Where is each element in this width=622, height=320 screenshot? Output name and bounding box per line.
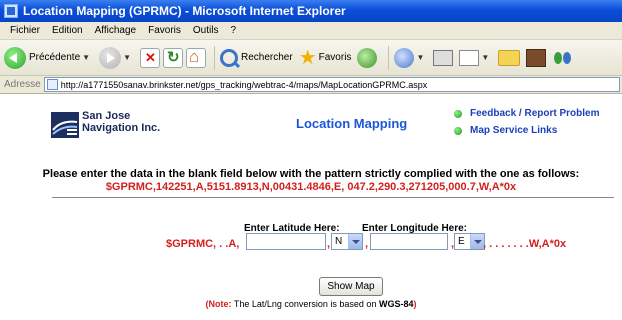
window-title: Location Mapping (GPRMC) - Microsoft Int…: [23, 4, 346, 18]
book-icon: [526, 48, 547, 67]
print-icon: [433, 49, 454, 66]
longitude-input[interactable]: [370, 233, 448, 250]
address-label: Adresse: [4, 79, 41, 90]
media-icon: [357, 47, 378, 68]
map-service-link[interactable]: Map Service Links: [470, 125, 557, 136]
company-name-line1: San Jose: [82, 110, 131, 122]
forward-button[interactable]: ▼: [99, 46, 134, 69]
folder-button[interactable]: [498, 49, 521, 66]
feedback-link-row[interactable]: Feedback / Report Problem: [454, 108, 599, 119]
note-text: The Lat/Lng conversion is based on: [231, 299, 379, 309]
page-icon: [46, 79, 58, 90]
ns-selected-value: N: [335, 236, 343, 247]
edit-dropdown-icon[interactable]: ▼: [481, 53, 489, 62]
search-label: Rechercher: [241, 52, 293, 63]
address-input[interactable]: http://a1771550sanav.brinkster.net/gps_t…: [43, 77, 620, 92]
comma-separator: ,: [327, 238, 331, 250]
chevron-down-icon[interactable]: [348, 234, 362, 249]
print-button[interactable]: [433, 49, 454, 66]
address-url: http://a1771550sanav.brinkster.net/gps_t…: [60, 79, 428, 90]
stop-icon[interactable]: [140, 47, 160, 68]
company-logo-icon: [51, 112, 79, 138]
messenger-button[interactable]: [552, 49, 574, 67]
window-titlebar: Location Mapping (GPRMC) - Microsoft Int…: [0, 0, 622, 22]
history-button[interactable]: ▼: [394, 47, 427, 68]
edit-button[interactable]: ▼: [459, 49, 492, 66]
note-label: Note:: [208, 299, 232, 309]
bullet-icon: [454, 109, 462, 118]
edit-page-icon: [459, 49, 480, 66]
home-icon[interactable]: [186, 47, 206, 68]
refresh-icon[interactable]: [163, 47, 183, 68]
folder-icon: [498, 49, 521, 66]
toolbar-separator: [214, 45, 215, 70]
menu-bar: Fichier Edition Affichage Favoris Outils…: [0, 22, 622, 40]
back-button[interactable]: Précédente ▼: [4, 46, 93, 69]
company-name-line2: Navigation Inc.: [82, 122, 161, 134]
messenger-icon: [552, 49, 574, 67]
sentence-suffix: , . . . . . . .W,A*0x: [483, 238, 567, 250]
note-close-paren: ): [413, 299, 417, 309]
instructions-text: Please enter the data in the blank field…: [42, 168, 580, 180]
comma-separator: ,: [365, 238, 369, 250]
conversion-note: (Note: The Lat/Lng conversion is based o…: [0, 299, 622, 309]
example-sentence: $GPRMC,142251,A,5151.8913,N,00431.4846,E…: [105, 181, 517, 193]
page-title: Location Mapping: [296, 116, 408, 131]
media-button[interactable]: [357, 47, 378, 68]
address-bar: Adresse http://a1771550sanav.brinkster.n…: [0, 76, 622, 94]
note-datum: WGS-84: [378, 299, 414, 309]
star-icon: ★: [298, 47, 317, 69]
history-icon: [394, 47, 415, 68]
back-dropdown-icon[interactable]: ▼: [82, 53, 90, 62]
ew-selected-value: E: [458, 236, 465, 247]
ie-page-icon: [4, 4, 18, 18]
forward-arrow-icon: [99, 46, 122, 69]
divider: [52, 197, 614, 198]
menu-edition[interactable]: Edition: [46, 25, 89, 36]
menu-affichage[interactable]: Affichage: [89, 25, 143, 36]
favorites-button[interactable]: ★ Favoris: [299, 45, 352, 70]
latitude-input[interactable]: [246, 233, 326, 250]
menu-help[interactable]: ?: [224, 25, 242, 36]
toolbar-separator: [388, 45, 390, 70]
header-links: Feedback / Report Problem Map Service Li…: [454, 108, 599, 142]
toolbar: Précédente ▼ ▼ Rechercher ★ Favoris ▼ ▼: [0, 40, 622, 76]
menu-favoris[interactable]: Favoris: [142, 25, 187, 36]
back-arrow-icon: [4, 46, 26, 69]
search-button[interactable]: Rechercher: [220, 48, 293, 67]
chevron-down-icon[interactable]: [470, 234, 484, 249]
back-label: Précédente: [29, 52, 81, 63]
sentence-prefix: $GPRMC, . .A,: [166, 238, 240, 250]
page-content: San Jose Navigation Inc. Location Mappin…: [0, 94, 622, 320]
show-map-button[interactable]: Show Map: [319, 277, 383, 296]
search-icon: [220, 48, 238, 67]
north-south-select[interactable]: N: [331, 233, 363, 250]
favorites-label: Favoris: [318, 52, 352, 63]
history-dropdown-icon[interactable]: ▼: [416, 53, 424, 62]
forward-dropdown-icon[interactable]: ▼: [123, 53, 131, 62]
menu-outils[interactable]: Outils: [187, 25, 225, 36]
bullet-icon: [454, 126, 462, 135]
menu-fichier[interactable]: Fichier: [4, 25, 46, 36]
feedback-link[interactable]: Feedback / Report Problem: [470, 108, 599, 119]
map-service-link-row[interactable]: Map Service Links: [454, 125, 599, 136]
company-name: San Jose Navigation Inc.: [82, 110, 160, 134]
east-west-select[interactable]: E: [454, 233, 485, 250]
research-button[interactable]: [526, 48, 547, 67]
